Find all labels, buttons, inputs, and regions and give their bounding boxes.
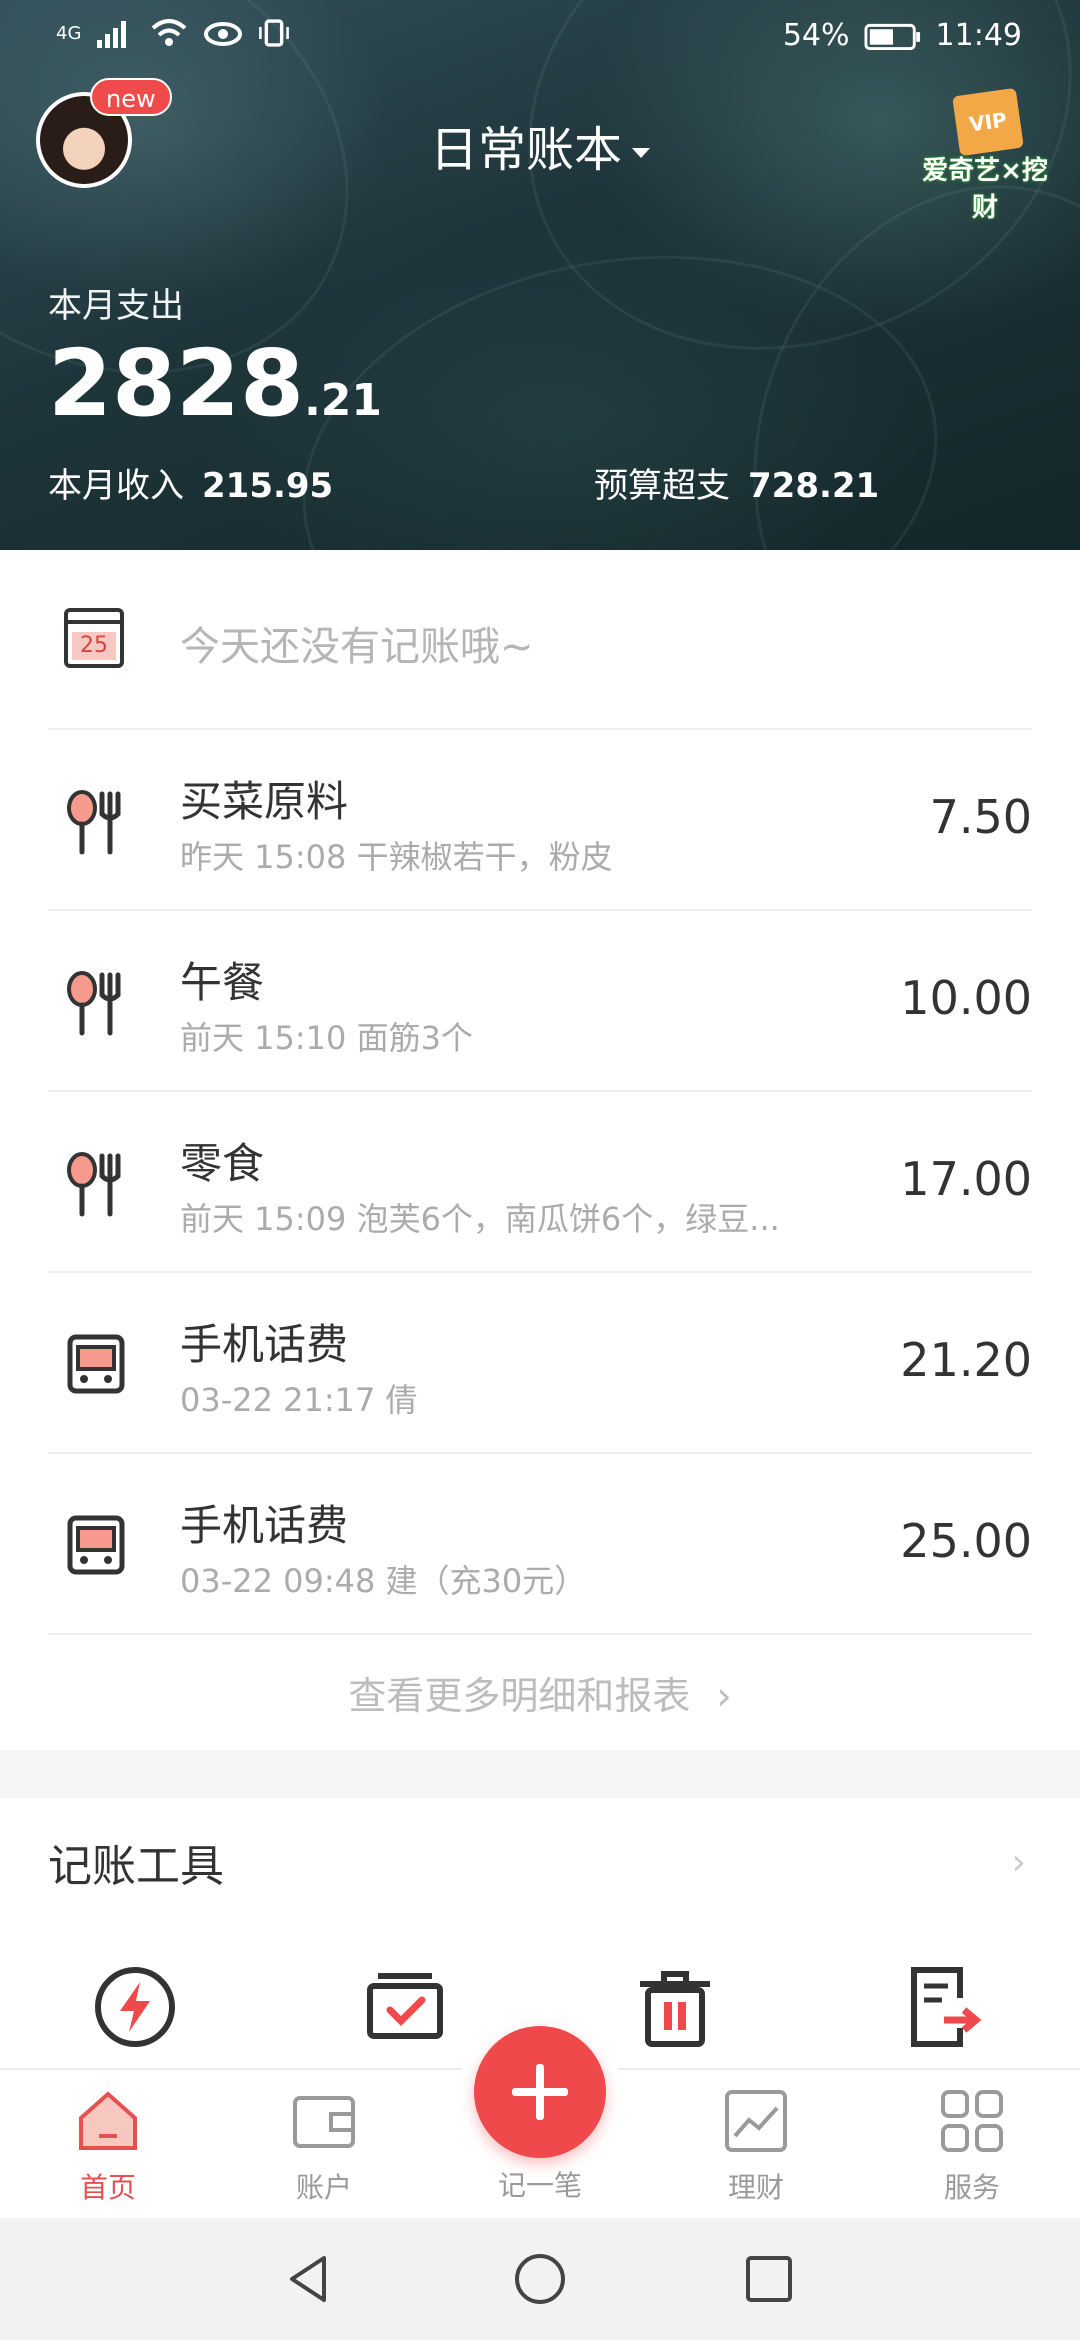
clock: 11:49 [935, 18, 1022, 53]
transaction-subtitle: 前天 15:10 面筋3个 [180, 1019, 473, 1057]
transaction-amount: 21.20 [900, 1333, 1032, 1387]
bus-icon [67, 1515, 125, 1575]
calendar-icon: 25 [64, 608, 124, 668]
calendar-day: 25 [72, 632, 116, 660]
battery-percent: 54% [782, 18, 850, 53]
transaction-title: 手机话费 [180, 1320, 349, 1369]
header-banner: 4G 54% 11:49 new 日常账本 VIP 爱奇艺×挖财 本月支出 28… [0, 0, 1080, 550]
dining-icon [67, 971, 121, 1036]
nav-finance-label: 理财 [727, 2171, 784, 2204]
nav-services[interactable]: 服务 [902, 2088, 1042, 2206]
view-more-link[interactable]: 查看更多明细和报表 › [0, 1636, 1080, 1756]
wallet-icon [293, 2096, 355, 2148]
transaction-subtitle: 前天 15:09 泡芙6个，南瓜饼6个，绿豆... [180, 1200, 780, 1238]
network-label: 4G [56, 22, 82, 44]
vibrate-icon [259, 19, 290, 47]
transaction-subtitle: 昨天 15:08 干辣椒若干，粉皮 [180, 838, 613, 876]
nav-finance[interactable]: 理财 [686, 2088, 826, 2206]
add-record-button[interactable] [474, 2026, 606, 2158]
lightning-icon[interactable] [92, 1964, 178, 2050]
dining-icon [67, 790, 121, 855]
chevron-right-icon: › [716, 1674, 732, 1718]
transaction-row[interactable]: 手机话费 03-22 21:17 倩 21.20 [48, 1273, 1032, 1454]
expense-integer: 2828 [48, 330, 305, 437]
transaction-row[interactable]: 买菜原料 昨天 15:08 干辣椒若干，粉皮 7.50 [48, 730, 1032, 911]
transaction-title: 零食 [180, 1139, 265, 1188]
transaction-title: 买菜原料 [180, 777, 349, 826]
monthly-income: 本月收入 215.95 [48, 458, 333, 507]
budget-overspend[interactable]: 预算超支 728.21 [594, 458, 879, 507]
recents-icon[interactable] [742, 2252, 796, 2306]
promo-box-text: VIP [967, 107, 1009, 137]
home-circle-icon[interactable] [513, 2252, 567, 2306]
transaction-row[interactable]: 午餐 前天 15:10 面筋3个 10.00 [48, 911, 1032, 1092]
transaction-row[interactable]: 零食 前天 15:09 泡芙6个，南瓜饼6个，绿豆... 17.00 [48, 1092, 1032, 1273]
income-value: 215.95 [202, 466, 334, 506]
transaction-row[interactable]: 手机话费 03-22 09:48 建（充30元） 25.00 [48, 1454, 1032, 1635]
view-more-label: 查看更多明细和报表 [348, 1674, 691, 1718]
add-record-label: 记一笔 [497, 2169, 582, 2202]
signal-icon [97, 21, 127, 48]
transaction-list: 25 今天还没有记账哦~ 买菜原料 昨天 15:08 干辣椒若干，粉皮 7.50… [0, 550, 1080, 1635]
transaction-title: 午餐 [180, 958, 265, 1007]
monthly-expense-label: 本月支出 [48, 286, 184, 326]
tools-title: 记账工具 [48, 1841, 224, 1892]
transaction-amount: 10.00 [900, 971, 1032, 1025]
battery-icon [864, 23, 920, 50]
chart-icon [725, 2090, 787, 2152]
nav-account-label: 账户 [295, 2171, 352, 2204]
promo-text: 爱奇艺×挖财 [922, 156, 1048, 223]
status-bar: 4G 54% 11:49 [0, 0, 1080, 72]
today-message: 今天还没有记账哦~ [180, 624, 534, 670]
monthly-expense-value[interactable]: 2828.21 [48, 330, 382, 437]
transaction-subtitle: 03-22 09:48 建（充30元） [180, 1562, 587, 1600]
system-nav-bar [0, 2218, 1080, 2340]
expense-decimal: .21 [304, 375, 383, 426]
tools-header[interactable]: 记账工具 › [48, 1830, 1032, 1892]
book-name: 日常账本 [429, 122, 622, 178]
dining-icon [67, 1152, 121, 1217]
gift-box-icon: VIP [952, 87, 1024, 157]
trash-icon[interactable] [632, 1964, 718, 2050]
income-label: 本月收入 [48, 466, 184, 506]
nav-home[interactable]: 首页 [38, 2088, 178, 2206]
transaction-amount: 17.00 [900, 1152, 1032, 1206]
wifi-icon [152, 19, 187, 46]
grid-icon [941, 2090, 1003, 2152]
budget-label: 预算超支 [594, 466, 730, 506]
nav-account[interactable]: 账户 [254, 2088, 394, 2206]
vip-promo-button[interactable]: VIP 爱奇艺×挖财 [910, 87, 1060, 223]
export-icon[interactable] [902, 1964, 988, 2050]
transaction-title: 手机话费 [180, 1501, 349, 1550]
back-icon[interactable] [282, 2252, 336, 2306]
transaction-amount: 25.00 [900, 1514, 1032, 1568]
bus-icon [67, 1334, 125, 1394]
home-icon [79, 2091, 137, 2150]
transaction-amount: 7.50 [929, 790, 1032, 844]
section-divider [0, 1750, 1080, 1798]
caret-down-icon [632, 148, 650, 158]
checklist-icon[interactable] [362, 1964, 448, 2050]
transaction-subtitle: 03-22 21:17 倩 [180, 1381, 418, 1419]
budget-value: 728.21 [748, 466, 880, 506]
today-entry-prompt[interactable]: 25 今天还没有记账哦~ [48, 550, 1032, 730]
chevron-right-icon: › [1011, 1842, 1026, 1883]
nav-services-label: 服务 [943, 2171, 1000, 2204]
eye-comfort-icon [204, 22, 243, 46]
nav-home-label: 首页 [79, 2171, 136, 2204]
